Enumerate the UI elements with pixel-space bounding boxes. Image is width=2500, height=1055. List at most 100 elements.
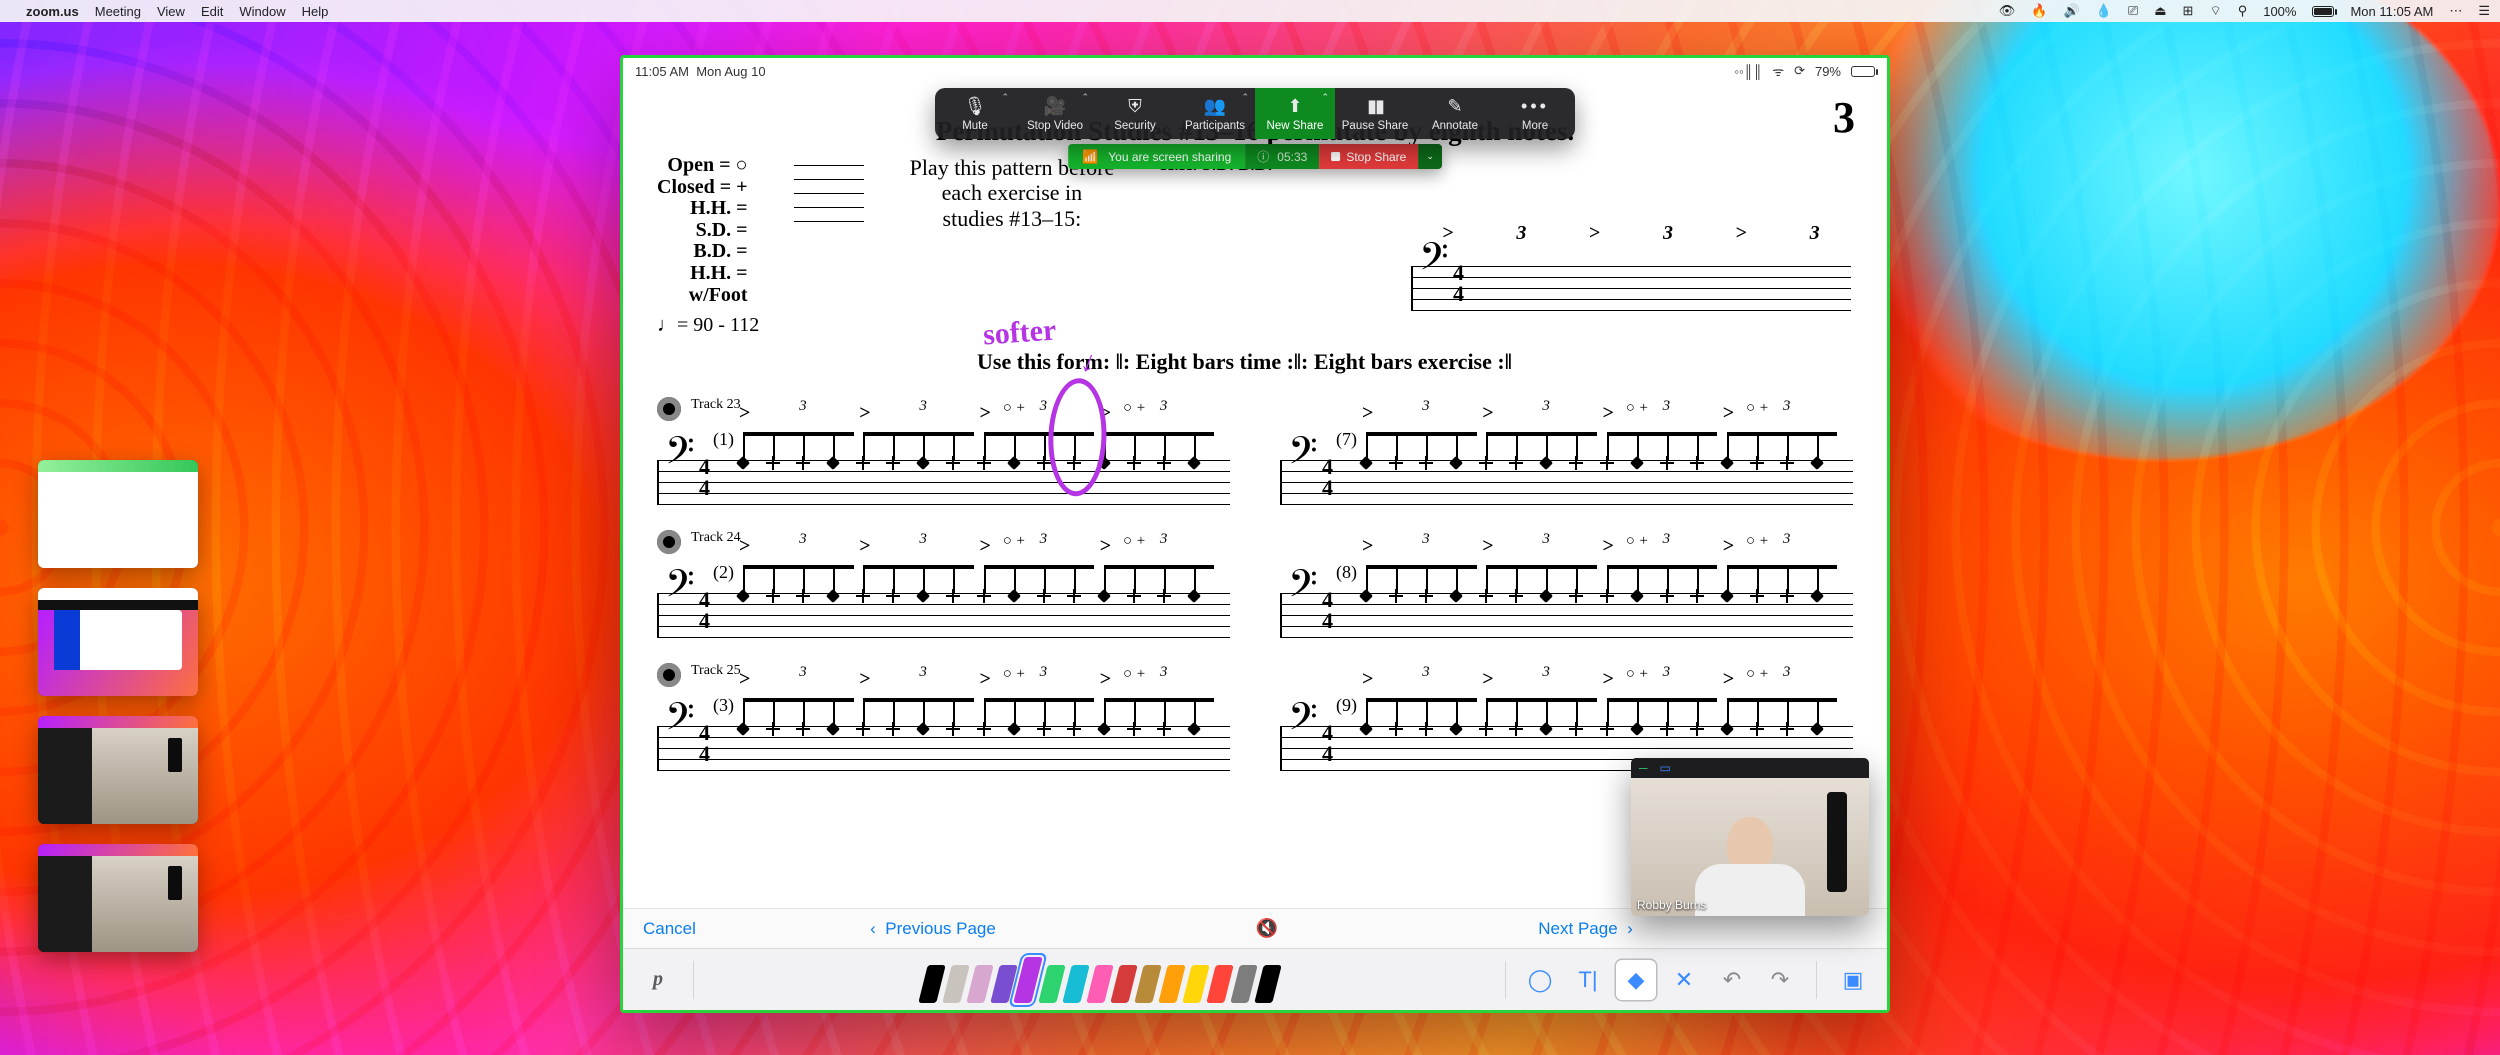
window-thumbnail[interactable] (38, 716, 198, 824)
zoom-security-button[interactable]: ⛨Security (1095, 88, 1175, 139)
redo-button[interactable]: ↷ (1760, 960, 1800, 1000)
undo-button[interactable]: ↶ (1712, 960, 1752, 1000)
menu-extra-icon[interactable]: ⏏︎ (2154, 3, 2166, 19)
pen-color-swatch[interactable] (1206, 965, 1233, 1003)
share-up-icon: ⬆ (1284, 96, 1306, 116)
pause-icon: ▮▮ (1364, 96, 1386, 116)
menu-extra-icon[interactable]: 👁 (1999, 3, 2016, 19)
mac-status-icons: 👁 🔥 🔊 💧 ⎚ ⏏︎ ⊞ ⌔ ⚲ 100% Mon 11:05 AM ⋯ ☰ (1999, 3, 2490, 19)
cd-icon (657, 530, 681, 554)
pen-color-swatch[interactable] (1182, 965, 1209, 1003)
zoom-annotate-button[interactable]: ✎Annotate (1415, 88, 1495, 139)
mac-menu-view[interactable]: View (157, 4, 185, 19)
mac-menubar: zoom.us Meeting View Edit Window Help 👁 … (0, 0, 2500, 22)
menu-extra-icon[interactable]: ⊞ (2183, 3, 2194, 19)
window-thumbnails (38, 460, 198, 952)
wifi-icon: ᯤ (1772, 62, 1784, 80)
pen-color-swatch[interactable] (990, 965, 1017, 1003)
pen-color-swatch[interactable] (942, 965, 969, 1003)
mac-menu-meeting[interactable]: Meeting (95, 4, 141, 19)
ipad-battery-text: 79% (1815, 64, 1841, 79)
shared-screen-window: 11:05 AM Mon Aug 10 ◦◦║║ ᯤ ⟳ 79% 🎙Mute⌃ … (620, 55, 1890, 1013)
previous-page-button[interactable]: ‹ Previous Page (870, 919, 996, 939)
menu-extra-icon[interactable]: ⎚ (2128, 3, 2138, 19)
clear-tool-button[interactable]: ✕ (1664, 960, 1704, 1000)
window-thumbnail[interactable] (38, 844, 198, 952)
notification-center-icon[interactable]: ☰ (2478, 3, 2490, 19)
window-thumbnail[interactable] (38, 460, 198, 568)
bluetooth-icon[interactable]: ⌔ (2209, 3, 2221, 19)
track-header: Track 23 (657, 397, 1853, 421)
pen-color-swatches (708, 957, 1491, 1003)
mac-app-name[interactable]: zoom.us (26, 4, 79, 19)
pen-color-swatch[interactable] (1110, 965, 1137, 1003)
battery-icon[interactable] (2312, 6, 2334, 17)
spotlight-icon[interactable]: ⋯ (2449, 3, 2462, 19)
zoom-stop-video-button[interactable]: 🎥Stop Video⌃ (1015, 88, 1095, 139)
pencil-icon: ✎ (1444, 96, 1466, 116)
pen-toolbar: p ◯ T| ◆ ✕ ↶ ↷ ▣ (623, 948, 1887, 1010)
mac-menu-edit[interactable]: Edit (201, 4, 223, 19)
text-tool-button[interactable]: T| (1568, 960, 1608, 1000)
layers-button[interactable]: ▣ (1833, 960, 1873, 1000)
cd-icon (657, 397, 681, 421)
pen-color-swatch[interactable] (1062, 965, 1089, 1003)
pen-color-swatch[interactable] (1254, 965, 1281, 1003)
pen-color-swatch[interactable] (966, 965, 993, 1003)
eraser-tool-button[interactable]: ◆ (1616, 960, 1656, 1000)
menu-extra-icon[interactable]: 💧 (2096, 3, 2112, 19)
pen-color-swatch[interactable] (1038, 965, 1065, 1003)
zoom-more-button[interactable]: •••More (1495, 88, 1575, 139)
pen-color-swatch[interactable] (1230, 965, 1257, 1003)
window-thumbnail[interactable] (38, 588, 198, 696)
track-header: Track 25 (657, 663, 1853, 687)
participant-name: Robby Burns (1637, 898, 1706, 912)
volume-icon[interactable]: 🔊 (2063, 3, 2079, 19)
mac-clock[interactable]: Mon 11:05 AM (2350, 4, 2433, 19)
pen-color-swatch[interactable] (1086, 965, 1113, 1003)
form-instruction: Use this form: ‖: Eight bars time :‖: Ei… (977, 349, 1853, 375)
video-icon: 🎥 (1044, 96, 1066, 116)
next-page-button[interactable]: Next Page › (1538, 919, 1633, 939)
zoom-meeting-timer[interactable]: ⓘ05:33 (1245, 144, 1319, 169)
audio-indicator-icon: ─ (1639, 761, 1648, 775)
microphone-icon: 🎙 (964, 96, 986, 116)
cancel-button[interactable]: Cancel (643, 919, 696, 939)
handwritten-annotation: softer ↓ (982, 313, 1057, 352)
pen-color-swatch[interactable] (1158, 965, 1185, 1003)
zoom-share-status: 📶 You are screen sharing ⓘ05:33 Stop Shar… (1068, 144, 1442, 169)
stave-labels: H.H. S.D. B.D. (1160, 155, 1272, 306)
wifi-icon[interactable]: ⚲ (2238, 3, 2248, 19)
zoom-new-share-button[interactable]: ⬆New Share⌃ (1255, 88, 1335, 139)
stop-share-dropdown[interactable]: ⌄ (1418, 144, 1442, 169)
zoom-pause-share-button[interactable]: ▮▮Pause Share (1335, 88, 1415, 139)
signal-icon: 📶 (1082, 149, 1098, 165)
dynamic-marking-button[interactable]: p (637, 957, 679, 1003)
track-header: Track 24 (657, 530, 1853, 554)
sharing-message: You are screen sharing (1108, 150, 1231, 164)
lasso-tool-button[interactable]: ◯ (1520, 960, 1560, 1000)
zoom-stop-share-button[interactable]: Stop Share (1319, 144, 1418, 169)
metronome-mute-icon[interactable]: 🔇 (1256, 918, 1278, 939)
pen-color-swatch[interactable] (1134, 965, 1161, 1003)
cell-signal-icon: ◦◦║║ (1735, 64, 1763, 79)
cd-icon (657, 663, 681, 687)
pen-color-swatch[interactable] (918, 965, 945, 1003)
page-number: 3 (1833, 92, 1855, 143)
pen-color-swatch[interactable] (1013, 957, 1042, 1003)
intro-pattern: >3 >3 >3 𝄢 44 (1411, 218, 1851, 338)
participant-video-panel[interactable]: ─▭ Robby Burns (1631, 758, 1869, 916)
zoom-mute-button[interactable]: 🎙Mute⌃ (935, 88, 1015, 139)
mac-menu-help[interactable]: Help (302, 4, 329, 19)
annotation-text: softer (982, 313, 1057, 351)
track-label: Track 24 (691, 530, 741, 546)
battery-icon (1851, 66, 1875, 77)
people-icon: 👥 (1204, 96, 1226, 116)
zoom-participants-button[interactable]: 👥Participants⌃ (1175, 88, 1255, 139)
menu-extra-icon[interactable]: 🔥 (2031, 3, 2047, 19)
mac-menu-window[interactable]: Window (239, 4, 285, 19)
stop-icon (1331, 152, 1340, 161)
battery-text: 100% (2263, 4, 2296, 19)
ipad-date: Mon Aug 10 (696, 64, 765, 79)
shield-icon: ⛨ (1124, 96, 1146, 116)
